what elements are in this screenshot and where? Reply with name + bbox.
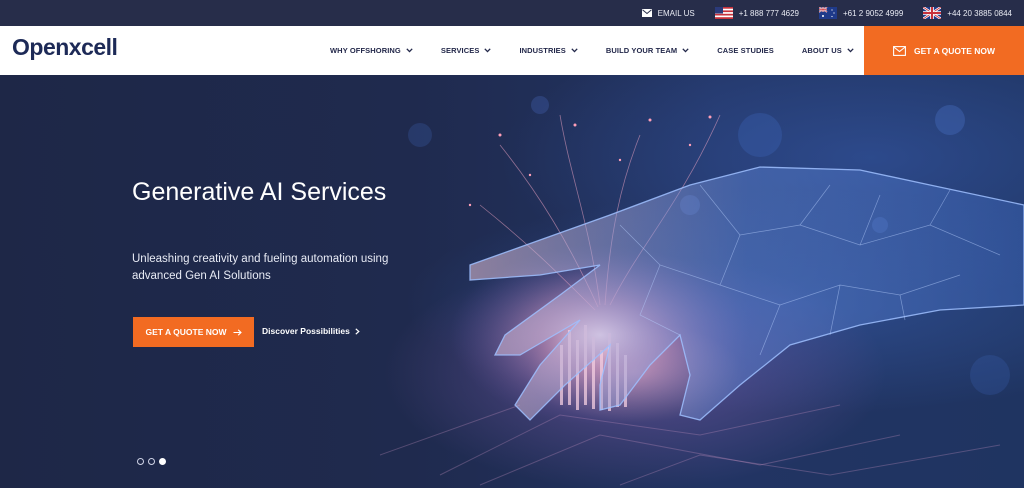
- phone-uk[interactable]: +44 20 3885 0844: [923, 7, 1012, 19]
- get-a-quote-hero-button[interactable]: GET A QUOTE NOW: [133, 317, 254, 347]
- chevron-down-icon: [571, 48, 578, 53]
- email-us-label: EMAIL US: [657, 8, 695, 18]
- phone-us-number: +1 888 777 4629: [738, 8, 799, 18]
- phone-au-number: +61 2 9052 4999: [842, 8, 904, 18]
- chevron-down-icon: [847, 48, 854, 53]
- nav-build-your-team[interactable]: BUILD YOUR TEAM: [606, 46, 689, 55]
- nav-label: INDUSTRIES: [519, 46, 566, 55]
- slider-dot-1[interactable]: [137, 458, 144, 465]
- main-nav: WHY OFFSHORING SERVICES INDUSTRIES BUILD…: [330, 26, 887, 75]
- chevron-right-icon: [355, 327, 360, 335]
- nav-label: BUILD YOUR TEAM: [605, 46, 678, 55]
- nav-label: ABOUT US: [801, 46, 842, 55]
- quote-header-label: GET A QUOTE NOW: [913, 45, 996, 56]
- uk-flag-icon: [923, 7, 942, 19]
- slider-dot-3[interactable]: [159, 458, 166, 465]
- envelope-icon: [893, 45, 906, 56]
- top-utility-bar: EMAIL US +1 888 777 4629 +61 2 9052 4999…: [0, 0, 1024, 26]
- nav-case-studies[interactable]: CASE STUDIES: [717, 46, 774, 55]
- discover-possibilities-link[interactable]: Discover Possibilities: [262, 326, 360, 336]
- hero-banner: Generative AI Services Unleashing creati…: [0, 75, 1024, 488]
- au-flag-icon: [818, 7, 837, 19]
- nav-about-us[interactable]: ABOUT US: [802, 46, 854, 55]
- email-us-link[interactable]: EMAIL US: [641, 8, 695, 18]
- nav-label: CASE STUDIES: [717, 46, 774, 55]
- hero-title: Generative AI Services: [132, 178, 387, 206]
- hero-subtitle: Unleashing creativity and fueling automa…: [132, 253, 389, 282]
- nav-why-offshoring[interactable]: WHY OFFSHORING: [330, 46, 413, 55]
- nav-label: SERVICES: [440, 46, 480, 55]
- openxcell-logo[interactable]: Openxcell: [12, 34, 118, 61]
- phone-uk-number: +44 20 3885 0844: [947, 8, 1012, 18]
- main-header: Openxcell WHY OFFSHORING SERVICES INDUST…: [0, 26, 1024, 75]
- envelope-icon: [641, 9, 652, 17]
- nav-label: WHY OFFSHORING: [330, 46, 401, 55]
- chevron-down-icon: [484, 48, 492, 53]
- us-flag-icon: [714, 7, 733, 19]
- discover-link-label: Discover Possibilities: [262, 326, 350, 336]
- get-a-quote-header-button[interactable]: GET A QUOTE NOW: [864, 26, 1024, 75]
- nav-services[interactable]: SERVICES: [441, 46, 492, 55]
- hero-cta-label: GET A QUOTE NOW: [145, 327, 227, 337]
- arrow-right-icon: [233, 328, 242, 336]
- slider-dot-2[interactable]: [148, 458, 155, 465]
- slider-dots: [137, 458, 170, 465]
- phone-us[interactable]: +1 888 777 4629: [714, 7, 799, 19]
- chevron-down-icon: [406, 48, 413, 53]
- phone-au[interactable]: +61 2 9052 4999: [818, 7, 904, 19]
- nav-industries[interactable]: INDUSTRIES: [519, 46, 578, 55]
- chevron-down-icon: [682, 48, 689, 53]
